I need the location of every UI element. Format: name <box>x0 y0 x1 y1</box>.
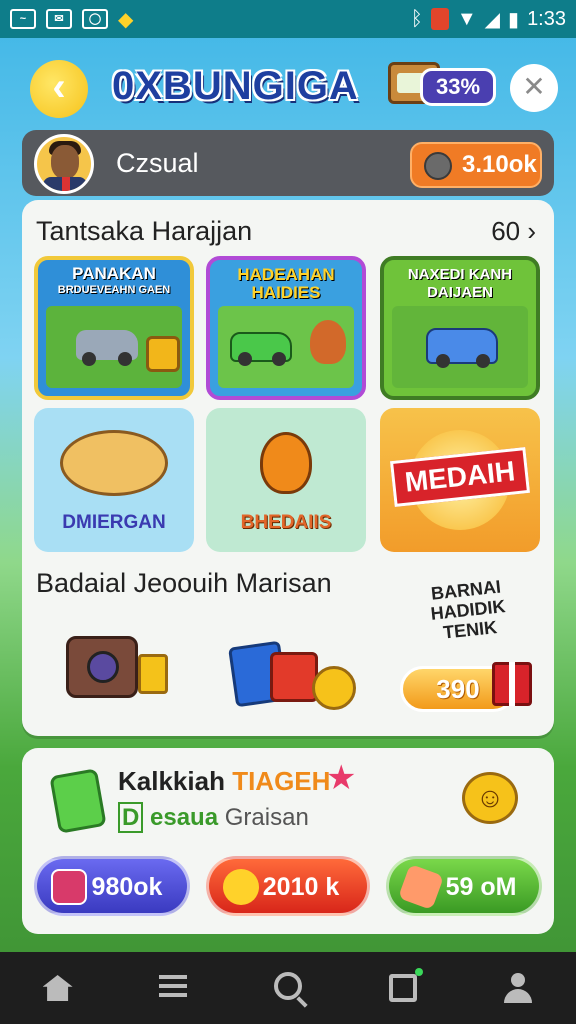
menu-icon[interactable] <box>153 968 193 1008</box>
see-all-link[interactable]: 60 › <box>491 216 536 247</box>
user-bar: Czsual 3.10ok <box>22 130 554 196</box>
creature-icon <box>310 320 346 364</box>
rewards-section-title: Badaial Jeoouih Marisan <box>36 568 332 598</box>
car-icon <box>230 332 292 366</box>
rocket-icon <box>397 863 445 911</box>
profile-icon[interactable] <box>498 968 538 1008</box>
signal-app-icon: ~ <box>10 9 36 29</box>
category-tile-4[interactable]: DMIERGAN <box>34 408 194 552</box>
wifi-icon: ▼ <box>456 7 477 30</box>
bottom-nav <box>0 952 576 1024</box>
app-badge-icon <box>430 8 449 30</box>
tile-label: NAXEDI KANH DAIJAEN <box>407 266 513 301</box>
promo-text: BARNAI HADIDIK TENIK <box>429 576 507 643</box>
tile-label: BHEDAIIS <box>240 512 332 533</box>
reward-button-rocket[interactable]: 59 oM <box>386 856 542 916</box>
home-icon[interactable] <box>38 968 78 1008</box>
battery-saver-icon: ◯ <box>82 9 108 29</box>
see-all-count: 60 <box>491 216 521 246</box>
reward-title-highlight: TIAGEH <box>232 766 331 796</box>
category-tile-3[interactable]: NAXEDI KANH DAIJAEN <box>380 256 540 400</box>
tile-scene <box>218 306 354 388</box>
reward-title: Kalkkiah TIAGEH <box>118 766 330 797</box>
reward-subtitle-text: Graisan <box>224 804 309 831</box>
user-name: Czsual <box>116 148 199 178</box>
gift-icon[interactable] <box>492 662 532 706</box>
clock: 1:33 <box>527 7 566 30</box>
categories-card: Tantsaka Harajjan 60 › PANAKAN BRDUEVEAH… <box>22 200 554 736</box>
tile-scene <box>392 306 528 388</box>
tile-label: PANAKAN <box>72 264 156 283</box>
tile-label: HADEAHAN HAIDIES <box>237 265 335 302</box>
reward-subtitle-highlight: esaua <box>150 804 219 831</box>
flame-mascot-icon <box>260 432 312 494</box>
star-icon: ★ <box>326 759 357 797</box>
smiley-coin-icon[interactable]: ☺ <box>462 772 518 824</box>
messages-icon: ✉ <box>46 9 72 29</box>
category-tile-6[interactable]: MEDAIH <box>380 408 540 552</box>
reward-title-main: Kalkkiah <box>118 766 225 796</box>
coin-bag-icon <box>424 152 452 180</box>
tile-sublabel: BRDUEVEAHN GAEN <box>57 284 171 296</box>
tile-label: DMIERGAN <box>62 512 166 533</box>
coin-balance-button[interactable]: 3.10ok <box>410 142 542 188</box>
reward-button-gear[interactable]: 2010 k <box>206 856 370 916</box>
recents-icon[interactable] <box>383 968 424 1008</box>
categories-title: Tantsaka Harajjan <box>36 216 253 246</box>
coin-balance: 3.10ok <box>462 151 537 178</box>
search-icon[interactable] <box>268 968 308 1008</box>
signal-icon: ◢ <box>484 8 501 31</box>
reward-button-label: 59 oM <box>445 873 517 901</box>
app-header: ‹ 0XBUNGIGA 33% ✕ <box>0 48 576 128</box>
bean-icon <box>60 430 168 496</box>
reward-badge: D <box>118 802 144 833</box>
bluetooth-icon: ᛒ <box>410 7 423 30</box>
lock-bag-icon <box>146 336 180 372</box>
gear-icon <box>223 869 259 905</box>
category-tile-5[interactable]: BHEDAIIS <box>206 408 366 552</box>
reward-button-shield[interactable]: 980ok <box>34 856 190 916</box>
reward-card: Kalkkiah TIAGEH ★ D esaua Graisan ☺ 980o… <box>22 748 554 934</box>
reward-subtitle: D esaua Graisan <box>118 802 309 833</box>
car-icon <box>426 328 498 368</box>
status-bar: ~ ✉ ◯ ◆ ᛒ ▼ ◢ ▮ 1:33 <box>0 0 576 38</box>
progress-pill[interactable]: 33% <box>420 68 496 106</box>
category-tile-1[interactable]: PANAKAN BRDUEVEAHN GAEN <box>34 256 194 400</box>
share-button[interactable]: ✕ <box>510 64 558 112</box>
money-bag-icon <box>49 768 107 834</box>
battery-icon: ▮ <box>508 8 520 31</box>
tile-scene <box>46 306 182 388</box>
reward-button-label: 2010 k <box>262 873 340 901</box>
back-button[interactable]: ‹ <box>30 60 88 118</box>
notification-icon: ◆ <box>118 8 134 31</box>
shield-icon <box>51 869 87 905</box>
tile-label: MEDAIH <box>389 447 531 507</box>
app-title: 0XBUNGIGA <box>112 64 359 108</box>
ticket-icon <box>270 652 318 702</box>
reward-button-label: 980ok <box>91 873 163 901</box>
coin-stack-icon <box>312 666 356 710</box>
vehicle-icon <box>76 330 138 366</box>
trophy-cup-icon <box>138 654 168 694</box>
camera-icon[interactable] <box>66 636 138 698</box>
category-tile-2[interactable]: HADEAHAN HAIDIES <box>206 256 366 400</box>
avatar[interactable] <box>34 134 94 194</box>
chevron-right-icon: › <box>520 216 536 246</box>
